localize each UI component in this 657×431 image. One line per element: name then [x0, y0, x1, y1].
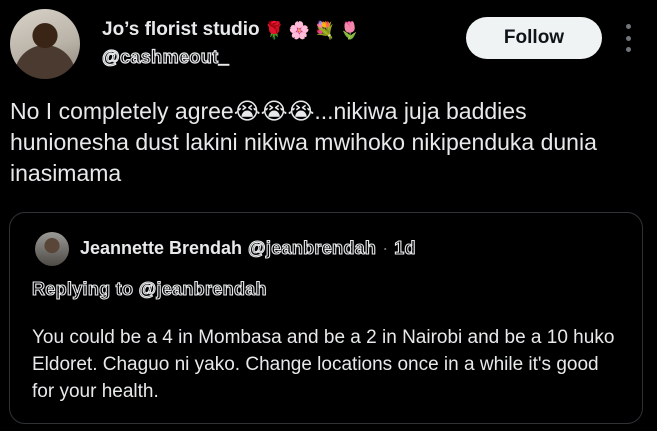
quote-avatar[interactable] — [35, 232, 69, 266]
quote-author-handle[interactable]: @jeanbrendah — [247, 237, 376, 259]
tulip-emoji: 🌷 — [339, 20, 361, 40]
quote-author-name[interactable]: Jeannette Brendah — [80, 238, 242, 259]
quote-separator: · — [382, 238, 389, 258]
follow-button[interactable]: Follow — [466, 17, 602, 59]
author-handle[interactable]: @cashmeout_ — [101, 46, 229, 68]
tweet-text: No I completely agree😭😭😭...nikiwa juja b… — [10, 98, 597, 186]
quote-text: You could be a 4 in Mombasa and be a 2 i… — [32, 327, 615, 402]
author-name-text: Jo’s florist studio — [102, 19, 260, 40]
quote-timestamp[interactable]: 1d — [394, 237, 416, 259]
author-name[interactable]: Jo’s florist studio 🌹 🌸 💐 🌷 — [102, 19, 360, 41]
bouquet-emoji: 💐 — [313, 20, 336, 40]
replying-to[interactable]: Replying to @jeanbrendah — [31, 278, 267, 300]
more-options-icon[interactable] — [621, 24, 635, 52]
author-avatar[interactable] — [10, 9, 80, 79]
rose-emoji: 🌹 — [263, 20, 285, 40]
quote-card[interactable]: Jeannette Brendah @jeanbrendah · 1d Repl… — [9, 212, 643, 424]
more-dot — [625, 35, 631, 41]
more-dot — [625, 24, 631, 29]
more-dot — [625, 47, 631, 52]
blossom-emoji: 🌸 — [288, 20, 310, 40]
quote-header: Jeannette Brendah @jeanbrendah · 1d — [80, 237, 416, 259]
